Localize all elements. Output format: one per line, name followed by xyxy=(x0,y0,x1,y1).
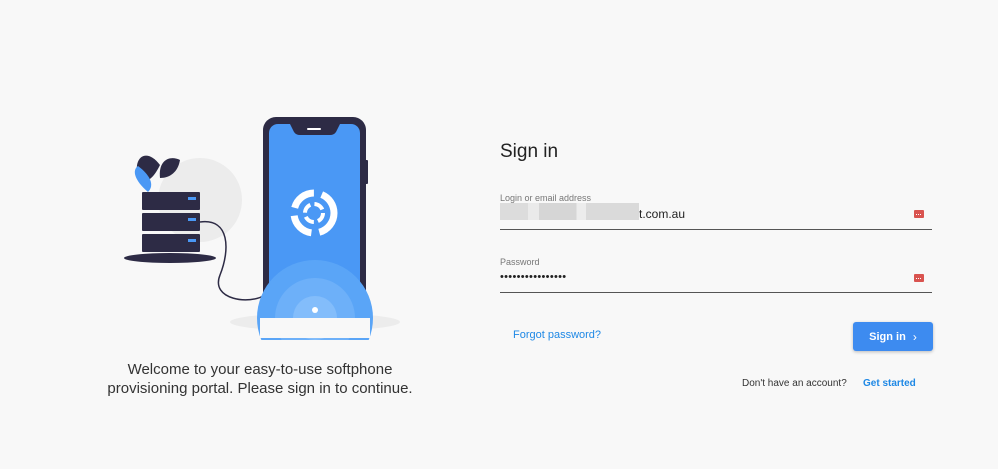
page-title: Sign in xyxy=(500,141,559,162)
signin-button-label: Sign in xyxy=(869,330,906,343)
server-light-2 xyxy=(188,218,196,221)
password-manager-icon[interactable] xyxy=(914,210,924,218)
redacted-login-value xyxy=(500,203,639,220)
login-field: Login or email address xyxy=(500,193,932,231)
phone-speaker xyxy=(307,128,321,130)
server-unit-2 xyxy=(142,213,200,231)
signin-panel: Sign in Login or email address Password … xyxy=(500,0,998,469)
chevron-right-icon: › xyxy=(912,329,917,344)
login-input-wrap xyxy=(500,203,932,224)
signin-button[interactable]: Sign in › xyxy=(853,322,933,351)
home-indicator xyxy=(312,307,318,313)
welcome-line-1: Welcome to your easy-to-use softphone xyxy=(127,361,393,378)
no-account-text: Don't have an account? xyxy=(742,378,847,389)
welcome-message: Welcome to your easy-to-use softphone pr… xyxy=(60,360,460,398)
phone-side-button xyxy=(365,160,368,184)
server-light-3 xyxy=(188,239,196,242)
screen-clip-bottom xyxy=(260,318,370,338)
server-unit-1 xyxy=(142,192,200,210)
login-label: Login or email address xyxy=(500,193,592,203)
welcome-line-2: provisioning portal. Please sign in to c… xyxy=(107,380,413,397)
get-started-link[interactable]: Get started xyxy=(863,378,916,389)
login-underline xyxy=(500,229,932,230)
left-panel: Welcome to your easy-to-use softphone pr… xyxy=(0,0,520,469)
password-field: Password xyxy=(500,257,932,295)
password-input[interactable] xyxy=(500,267,910,286)
password-input-wrap xyxy=(500,267,932,286)
forgot-password-link[interactable]: Forgot password? xyxy=(513,329,601,341)
password-label: Password xyxy=(500,257,540,267)
softphone-illustration xyxy=(124,117,400,340)
server-base xyxy=(124,253,216,263)
server-light-1 xyxy=(188,197,196,200)
server-unit-3 xyxy=(142,234,200,252)
password-manager-icon[interactable] xyxy=(914,274,924,282)
password-underline xyxy=(500,292,932,293)
